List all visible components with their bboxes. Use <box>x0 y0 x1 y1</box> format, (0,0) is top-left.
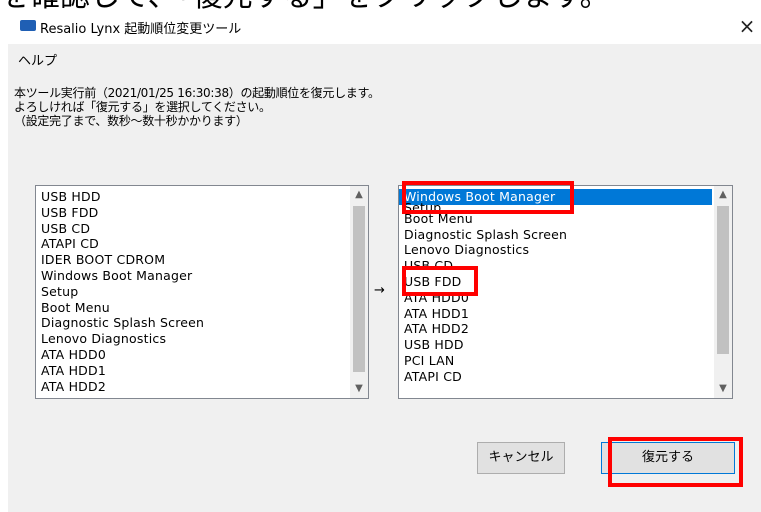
menu-help[interactable]: ヘルプ <box>18 50 57 69</box>
list-item[interactable]: ATA HDD1 <box>36 363 348 379</box>
close-button[interactable]: × <box>735 14 759 38</box>
scroll-up-icon[interactable]: ▲ <box>714 186 732 204</box>
list-item[interactable]: Lenovo Diagnostics <box>36 331 348 347</box>
list-item[interactable]: IDER BOOT CDROM <box>36 252 348 268</box>
scroll-up-icon[interactable]: ▲ <box>350 186 368 204</box>
current-boot-order-items: USB HDD USB FDD USB CD ATAPI CD IDER BOOT CD… <box>36 186 348 394</box>
highlight-restore-button <box>608 437 743 487</box>
description-line-3: （設定完了まで、数秒～数十秒かかります） <box>14 114 248 128</box>
scroll-thumb[interactable] <box>717 206 729 354</box>
list-item[interactable]: Windows Boot Manager <box>36 268 348 284</box>
title-bar: Resalio Lynx 起動順位変更ツール × <box>8 10 761 44</box>
list-item[interactable]: Diagnostic Splash Screen <box>36 315 348 331</box>
list-item[interactable]: ATAPI CD <box>36 236 348 252</box>
left-scrollbar[interactable]: ▲ ▼ <box>350 186 368 398</box>
cancel-button[interactable]: キャンセル <box>477 442 565 474</box>
list-item[interactable]: ATA HDD0 <box>36 347 348 363</box>
list-item[interactable]: ATAPI CD <box>399 369 712 385</box>
list-item[interactable]: Boot Menu <box>36 300 348 316</box>
list-item[interactable]: PCI LAN <box>399 353 712 369</box>
list-item[interactable]: USB CD <box>36 221 348 237</box>
description-text: 本ツール実行前（2021/01/25 16:30:38）の起動順位を復元します。… <box>14 86 380 128</box>
scroll-thumb[interactable] <box>353 206 365 372</box>
list-item[interactable]: Setup <box>36 284 348 300</box>
list-item[interactable]: ATA HDD2 <box>399 321 712 337</box>
list-item[interactable]: Diagnostic Splash Screen <box>399 227 712 243</box>
list-item[interactable]: USB HDD <box>36 189 348 205</box>
list-item[interactable]: ATA HDD2 <box>36 379 348 395</box>
right-scrollbar[interactable]: ▲ ▼ <box>714 186 732 398</box>
list-item[interactable]: USB HDD <box>399 337 712 353</box>
highlight-windows-boot-manager <box>402 181 574 214</box>
current-boot-order-list[interactable]: USB HDD USB FDD USB CD ATAPI CD IDER BOOT CD… <box>35 185 369 399</box>
list-item[interactable]: USB FDD <box>36 205 348 221</box>
description-line-1: 本ツール実行前（2021/01/25 16:30:38）の起動順位を復元します。 <box>14 86 380 100</box>
app-icon <box>20 20 36 31</box>
list-item[interactable]: Lenovo Diagnostics <box>399 242 712 258</box>
menu-bar: ヘルプ <box>8 44 761 74</box>
description-line-2: よろしければ「復元する」を選択してください。 <box>14 100 271 114</box>
scroll-down-icon[interactable]: ▼ <box>350 380 368 398</box>
window-title: Resalio Lynx 起動順位変更ツール <box>40 22 242 37</box>
right-arrow-icon: → <box>374 283 385 298</box>
scroll-down-icon[interactable]: ▼ <box>714 380 732 398</box>
highlight-usb-cd <box>402 266 478 296</box>
list-item[interactable]: ATA HDD1 <box>399 306 712 322</box>
